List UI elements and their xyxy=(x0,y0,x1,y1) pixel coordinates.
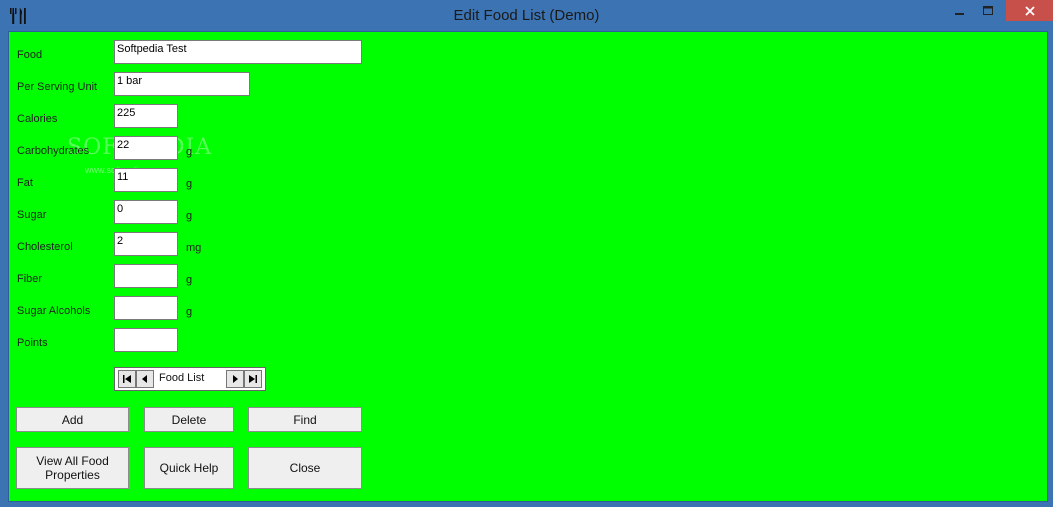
first-record-icon xyxy=(123,375,131,383)
minimize-button[interactable] xyxy=(945,0,975,22)
next-record-button[interactable] xyxy=(226,370,244,388)
first-record-button[interactable] xyxy=(118,370,136,388)
food-field[interactable]: Softpedia Test xyxy=(114,40,362,64)
last-record-button[interactable] xyxy=(244,370,262,388)
carbohydrates-label: Carbohydrates xyxy=(17,145,90,157)
quick-help-button[interactable]: Quick Help xyxy=(144,447,234,489)
window-title: Edit Food List (Demo) xyxy=(453,7,600,24)
points-field[interactable] xyxy=(114,328,178,352)
carbohydrates-field[interactable]: 22 xyxy=(114,136,178,160)
fat-label: Fat xyxy=(17,177,33,189)
view-all-food-properties-button[interactable]: View All Food Properties xyxy=(16,447,129,489)
previous-record-icon xyxy=(142,375,147,383)
form-area: SOFTPEDIA www.softpedia.com Food Softped… xyxy=(8,31,1048,502)
cholesterol-unit: mg xyxy=(186,242,202,254)
cholesterol-field[interactable]: 2 xyxy=(114,232,178,256)
fiber-label: Fiber xyxy=(17,273,43,285)
fat-field[interactable]: 11 xyxy=(114,168,178,192)
carbohydrates-unit: g xyxy=(186,146,193,158)
close-window-button[interactable] xyxy=(1006,0,1053,21)
sugar-unit: g xyxy=(186,210,193,222)
sugar-alcohols-label: Sugar Alcohols xyxy=(17,305,91,317)
find-button[interactable]: Find xyxy=(248,407,362,432)
points-label: Points xyxy=(17,337,48,349)
fiber-unit: g xyxy=(186,274,193,286)
sugar-label: Sugar xyxy=(17,209,47,221)
maximize-button[interactable] xyxy=(973,0,1003,22)
close-button[interactable]: Close xyxy=(248,447,362,489)
add-button[interactable]: Add xyxy=(16,407,129,432)
sugar-alcohols-field[interactable] xyxy=(114,296,178,320)
title-bar[interactable]: Edit Food List (Demo) xyxy=(0,0,1053,32)
per-serving-unit-label: Per Serving Unit xyxy=(17,81,98,93)
fat-unit: g xyxy=(186,178,193,190)
fiber-field[interactable] xyxy=(114,264,178,288)
calories-label: Calories xyxy=(17,113,58,125)
next-record-icon xyxy=(233,375,238,383)
delete-button[interactable]: Delete xyxy=(144,407,234,432)
minimize-icon xyxy=(955,13,964,15)
calories-field[interactable]: 225 xyxy=(114,104,178,128)
record-navigator: Food List xyxy=(114,367,266,391)
last-record-icon xyxy=(249,375,257,383)
sugar-field[interactable]: 0 xyxy=(114,200,178,224)
app-window: Edit Food List (Demo) SOFTPEDIA www.soft… xyxy=(0,0,1053,507)
cholesterol-label: Cholesterol xyxy=(17,241,73,253)
per-serving-unit-field[interactable]: 1 bar xyxy=(114,72,250,96)
food-label: Food xyxy=(17,49,43,61)
navigator-label: Food List xyxy=(159,372,205,384)
close-icon xyxy=(1024,5,1035,16)
sugar-alcohols-unit: g xyxy=(186,306,193,318)
maximize-icon xyxy=(983,6,993,15)
previous-record-button[interactable] xyxy=(136,370,154,388)
